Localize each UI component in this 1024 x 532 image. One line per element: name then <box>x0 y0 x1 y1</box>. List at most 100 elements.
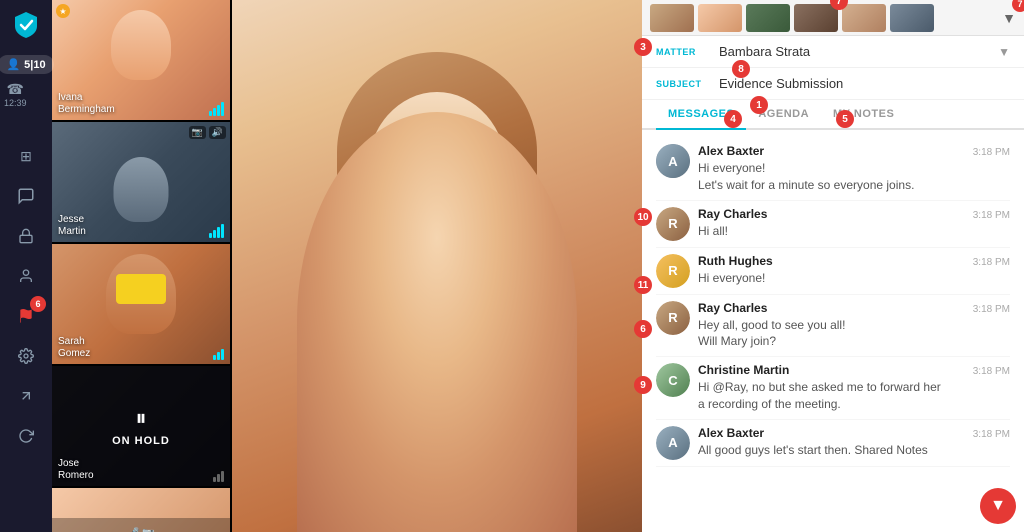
extra-thumb-icons: 🎤 📷 <box>127 528 155 532</box>
participant-count[interactable]: 👤 5|10 7 <box>0 55 54 74</box>
subject-value[interactable]: Evidence Submission <box>719 76 1010 91</box>
lock-icon[interactable] <box>8 218 44 254</box>
time-5: 3:18 PM <box>973 429 1010 440</box>
message-header-5: Alex Baxter 3:18 PM <box>698 426 1010 440</box>
annot-10: 10 <box>634 208 652 226</box>
settings-gear-icon[interactable] <box>8 338 44 374</box>
matter-chevron[interactable]: ▼ <box>998 45 1010 59</box>
message-body-3: Ray Charles 3:18 PM Hey all, good to see… <box>698 301 1010 351</box>
call-time: 12:39 <box>4 98 27 110</box>
message-item-2: R Ruth Hughes 3:18 PM Hi everyone! <box>656 248 1010 295</box>
message-item-0: A Alex Baxter 3:18 PM Hi everyone! Let's… <box>656 138 1010 201</box>
msg-text-4a: Hi @Ray, no but she asked me to forward … <box>698 379 1010 396</box>
message-header-2: Ruth Hughes 3:18 PM <box>698 254 1010 268</box>
avatar-christine: C <box>656 363 690 397</box>
sender-0: Alex Baxter <box>698 144 764 158</box>
annot-4: 4 <box>724 110 742 128</box>
thumbnail-extra[interactable]: 🎤 📷 <box>52 488 230 532</box>
top-thumb-6[interactable] <box>890 4 934 32</box>
top-thumb-4[interactable] <box>794 4 838 32</box>
subject-row: SUBJECT Evidence Submission <box>642 68 1024 100</box>
top-bar-chevron[interactable]: ▼ <box>1002 10 1016 26</box>
message-header-4: Christine Martin 3:18 PM <box>698 363 1010 377</box>
subject-label: SUBJECT <box>656 79 711 89</box>
msg-text-3a: Hey all, good to see you all! <box>698 317 1010 334</box>
message-item-3: R Ray Charles 3:18 PM Hey all, good to s… <box>656 295 1010 358</box>
message-item-5: A Alex Baxter 3:18 PM All good guys let'… <box>656 420 1010 467</box>
message-body-5: Alex Baxter 3:18 PM All good guys let's … <box>698 426 1010 460</box>
mic-icon-jesse: 🔊 <box>209 126 226 139</box>
flag-icon[interactable]: 6 <box>8 298 44 334</box>
top-thumb-2[interactable] <box>698 4 742 32</box>
scroll-to-bottom-button[interactable]: ▼ <box>980 488 1016 524</box>
msg-text-4b: a recording of the meeting. <box>698 396 1010 413</box>
message-item-1: R Ray Charles 3:18 PM Hi all! <box>656 201 1010 248</box>
right-panel: 3 4 5 6 7 8 9 10 11 ▼ MATTER Bambara Str… <box>642 0 1024 532</box>
tabs-bar: MESSAGES AGENDA MY NOTES <box>642 100 1024 130</box>
signal-bars-jesse <box>209 224 224 238</box>
top-thumb-5[interactable] <box>842 4 886 32</box>
avatar-ray-1: R <box>656 207 690 241</box>
top-thumb-3[interactable] <box>746 4 790 32</box>
msg-text-0a: Hi everyone! <box>698 160 1010 177</box>
main-video-person <box>232 0 642 532</box>
count-value: 5|10 <box>24 59 45 71</box>
flag-badge: 6 <box>30 296 46 312</box>
annot-1: 1 <box>750 96 768 114</box>
thumbnail-ivana[interactable]: ★ IvanaBermingham <box>52 0 230 120</box>
message-body-1: Ray Charles 3:18 PM Hi all! <box>698 207 1010 241</box>
thumb-name-jesse: JesseMartin <box>58 214 86 238</box>
thumbnail-sarah[interactable]: SarahGomez <box>52 244 230 364</box>
msg-text-0b: Let's wait for a minute so everyone join… <box>698 177 1010 194</box>
annot-11: 11 <box>634 276 652 294</box>
message-header-1: Ray Charles 3:18 PM <box>698 207 1010 221</box>
avatar-ruth: R <box>656 254 690 288</box>
signal-bars-ivana <box>209 102 224 116</box>
user-icon[interactable] <box>8 258 44 294</box>
avatar-ray-2: R <box>656 301 690 335</box>
hold-label: ON HOLD <box>112 435 170 447</box>
time-0: 3:18 PM <box>973 147 1010 158</box>
active-badge: ★ <box>56 4 70 18</box>
top-thumb-1[interactable] <box>650 4 694 32</box>
msg-text-5a: All good guys let's start then. Shared N… <box>698 442 1010 459</box>
sender-5: Alex Baxter <box>698 426 764 440</box>
message-header-3: Ray Charles 3:18 PM <box>698 301 1010 315</box>
matter-value[interactable]: Bambara Strata <box>719 44 990 59</box>
annot-6: 6 <box>634 320 652 338</box>
time-3: 3:18 PM <box>973 304 1010 315</box>
thumb-name-jose: JoseRomero <box>58 458 94 482</box>
video-area: ★ IvanaBermingham 📷 🔊 ↖ <box>52 0 642 532</box>
avatar-alex-1: A <box>656 144 690 178</box>
message-body-2: Ruth Hughes 3:18 PM Hi everyone! <box>698 254 1010 288</box>
sender-4: Christine Martin <box>698 363 789 377</box>
signal-bars-jose <box>213 471 224 482</box>
tab-my-notes[interactable]: MY NOTES <box>821 100 906 130</box>
sidebar: 👤 5|10 7 ☎ 12:39 ⊞ 6 <box>0 0 52 532</box>
message-body-4: Christine Martin 3:18 PM Hi @Ray, no but… <box>698 363 1010 413</box>
thumb-name-sarah: SarahGomez <box>58 336 90 360</box>
main-video <box>232 0 642 532</box>
thumbnail-jose[interactable]: ⏸ ON HOLD JoseRomero <box>52 366 230 486</box>
sidebar-logo <box>11 10 41 45</box>
signal-bars-sarah <box>213 349 224 360</box>
thumbnails-strip: ★ IvanaBermingham 📷 🔊 ↖ <box>52 0 232 532</box>
annot-5: 5 <box>836 110 854 128</box>
grid-view-icon[interactable]: ⊞ <box>8 138 44 174</box>
chat-icon[interactable] <box>8 178 44 214</box>
sender-1: Ray Charles <box>698 207 767 221</box>
msg-text-3b: Will Mary join? <box>698 333 1010 350</box>
arrow-expand-icon[interactable] <box>8 378 44 414</box>
message-header-0: Alex Baxter 3:18 PM <box>698 144 1010 158</box>
annot-8: 8 <box>732 60 750 78</box>
phone-icon-top: ☎ <box>4 80 27 98</box>
sender-3: Ray Charles <box>698 301 767 315</box>
sender-2: Ruth Hughes <box>698 254 773 268</box>
thumbnail-jesse[interactable]: 📷 🔊 ↖ JesseMartin <box>52 122 230 242</box>
refresh-icon[interactable] <box>8 418 44 454</box>
thumb-name-ivana: IvanaBermingham <box>58 92 115 116</box>
time-2: 3:18 PM <box>973 257 1010 268</box>
annot-3: 3 <box>634 38 652 56</box>
time-1: 3:18 PM <box>973 210 1010 221</box>
message-item-4: C Christine Martin 3:18 PM Hi @Ray, no b… <box>656 357 1010 420</box>
